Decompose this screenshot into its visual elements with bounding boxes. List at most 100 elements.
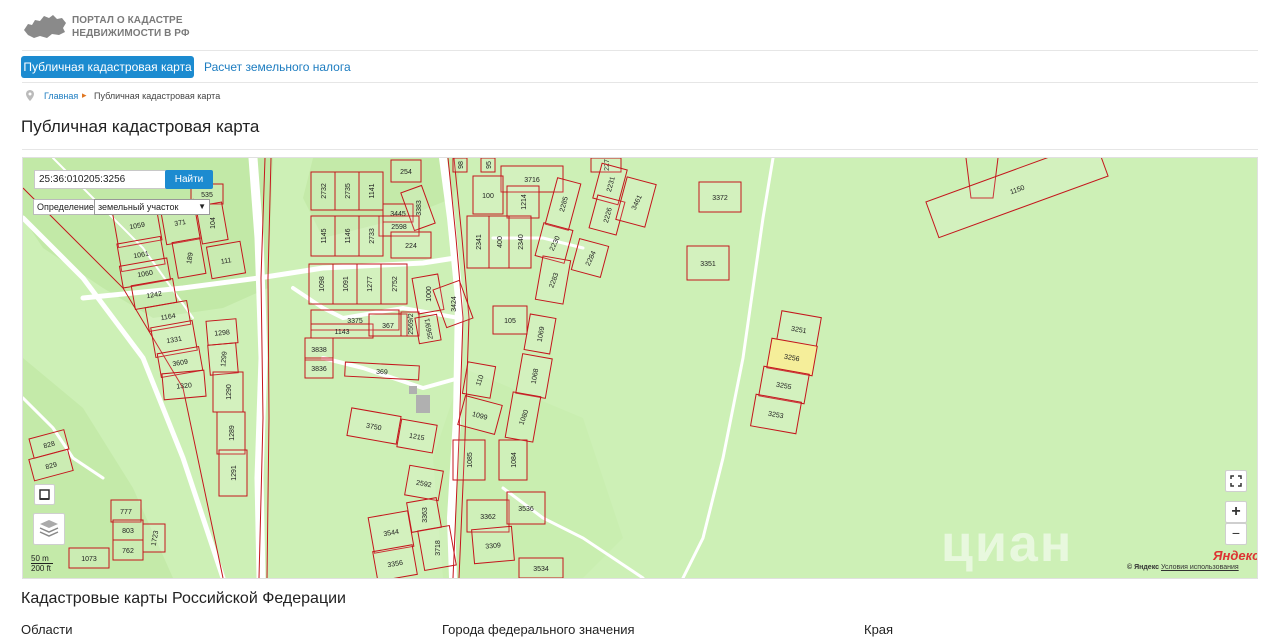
definition-select[interactable]: земельный участок ▼ (94, 199, 210, 215)
parcel[interactable]: 98 (452, 158, 468, 173)
parcel[interactable]: 1150 (925, 158, 1109, 239)
logo-text[interactable]: ПОРТАЛ О КАДАСТРЕ НЕДВИЖИМОСТИ В РФ (72, 14, 190, 40)
parcel[interactable]: 3836 (304, 357, 334, 379)
parcel[interactable]: 2592 (404, 464, 444, 502)
layers-button[interactable] (33, 513, 65, 545)
parcel[interactable]: 1085 (452, 439, 486, 481)
parcel[interactable]: 189 (171, 237, 207, 279)
parcel-label: 1091 (343, 276, 350, 292)
tab-land-tax-calculation[interactable]: Расчет земельного налога (204, 56, 351, 78)
parcel[interactable]: 1143 (310, 323, 374, 339)
yandex-logo[interactable]: Яндекс (1213, 548, 1257, 563)
parcel-label: 2341 (476, 234, 483, 250)
parcel-label: 3836 (311, 366, 327, 373)
parcel[interactable]: 1723 (142, 523, 166, 553)
parcel[interactable]: 2230 (534, 222, 574, 264)
parcel[interactable]: 1141 (358, 171, 384, 211)
parcel-label: 105 (504, 318, 516, 325)
parcel[interactable]: 1290 (212, 371, 244, 413)
zoom-in-button[interactable]: + (1225, 501, 1247, 523)
parcel[interactable]: 3363 (406, 497, 442, 533)
parcel[interactable]: 762 (112, 539, 144, 561)
parcel[interactable]: 1073 (68, 547, 110, 569)
parcel[interactable]: 100 (472, 175, 504, 215)
parcel[interactable]: 1215 (396, 418, 438, 454)
parcel[interactable]: 3718 (417, 524, 457, 572)
parcel-label: 2598 (391, 224, 407, 231)
parcel[interactable]: 3534 (518, 557, 564, 578)
parcel[interactable]: 111 (205, 240, 247, 280)
parcel[interactable]: 1146 (334, 215, 360, 257)
parcel[interactable]: 1289 (216, 411, 246, 455)
parcel[interactable]: 803 (112, 519, 144, 541)
parcel-label: 3309 (485, 542, 501, 550)
parcel[interactable]: 1277 (356, 263, 382, 305)
parcel-label: 2569/2 (408, 313, 415, 335)
parcel-label: 367 (382, 323, 394, 330)
fullscreen-icon (1230, 475, 1242, 487)
parcel[interactable]: 2732 (310, 171, 336, 211)
parcel[interactable]: 110 (461, 361, 497, 399)
parcel-label: 3536 (518, 506, 534, 513)
parcel[interactable]: 1084 (498, 439, 528, 481)
copyright-provider: © Яндекс (1127, 564, 1160, 571)
parcel[interactable]: 1068 (515, 353, 553, 399)
page-title: Публичная кадастровая карта (21, 117, 260, 136)
parcel-label: 1085 (467, 452, 474, 468)
parcel[interactable]: 1298 (205, 318, 239, 346)
parcel-label: 2733 (369, 228, 376, 244)
parcel[interactable]: 2340 (508, 215, 532, 269)
parcel[interactable]: 3424 (432, 279, 474, 329)
parcel[interactable]: 2735 (334, 171, 360, 211)
parcel-label: 1291 (231, 465, 238, 481)
parcel[interactable]: 400 (488, 215, 510, 269)
parcel-label: 3362 (480, 514, 496, 521)
parcel[interactable]: 3309 (471, 525, 515, 565)
regions-column-krai: Края (864, 622, 894, 637)
parcel[interactable]: 2733 (358, 215, 384, 257)
cadastral-map[interactable]: 2549895371622733721150273227351141344533… (22, 157, 1258, 579)
parcel-label: 400 (497, 236, 504, 248)
parcel[interactable]: 1299 (207, 342, 239, 376)
ruler-icon (39, 489, 50, 500)
parcel-label: 1299 (220, 351, 228, 367)
parcel[interactable]: 2283 (534, 255, 572, 305)
parcel[interactable]: 3838 (304, 337, 334, 361)
parcel[interactable]: 1069 (523, 313, 557, 355)
parcel[interactable]: 224 (390, 231, 432, 259)
parcel[interactable]: 2752 (380, 263, 408, 305)
parcel-label: 1214 (521, 194, 528, 210)
parcel[interactable]: 2341 (466, 215, 490, 269)
parcel-label: 2732 (321, 183, 328, 199)
russia-map-logo-icon[interactable] (22, 10, 68, 42)
parcel[interactable]: 3536 (506, 491, 546, 525)
parcel[interactable]: 1320 (161, 369, 207, 401)
parcel[interactable]: 2284 (570, 238, 610, 278)
cadastral-number-search-input[interactable]: 25:36:010205:3256 (34, 170, 170, 189)
tab-public-cadastral-map[interactable]: Публичная кадастровая карта (21, 56, 194, 78)
parcel-outline[interactable] (925, 158, 1109, 239)
terms-of-use-link[interactable]: Условия использования (1161, 564, 1239, 571)
parcel[interactable]: 1145 (310, 215, 336, 257)
parcel[interactable]: 1291 (218, 449, 248, 497)
parcel-label: 777 (120, 509, 132, 516)
parcel[interactable]: 95 (480, 158, 496, 173)
parcel[interactable]: 777 (110, 499, 142, 523)
ruler-measure-button[interactable] (34, 484, 55, 505)
parcel-label: 803 (122, 528, 134, 535)
parcel[interactable]: 3351 (686, 245, 730, 281)
parcel[interactable]: 105 (492, 305, 528, 335)
parcel[interactable]: 369 (344, 361, 420, 381)
parcel[interactable]: 3750 (346, 407, 402, 445)
parcel[interactable]: 254 (390, 159, 422, 183)
parcel[interactable]: 2569/1 (414, 313, 442, 345)
parcel[interactable]: 1098 (308, 263, 334, 305)
parcel[interactable]: 1091 (332, 263, 358, 305)
parcel[interactable]: 1214 (506, 185, 540, 219)
breadcrumb-home-link[interactable]: Главная (44, 91, 78, 101)
find-button[interactable]: Найти (165, 170, 213, 189)
fullscreen-button[interactable] (1225, 470, 1247, 492)
breadcrumb-current: Публичная кадастровая карта (94, 91, 221, 101)
zoom-out-button[interactable]: − (1225, 523, 1247, 545)
parcel[interactable]: 3372 (698, 181, 742, 213)
